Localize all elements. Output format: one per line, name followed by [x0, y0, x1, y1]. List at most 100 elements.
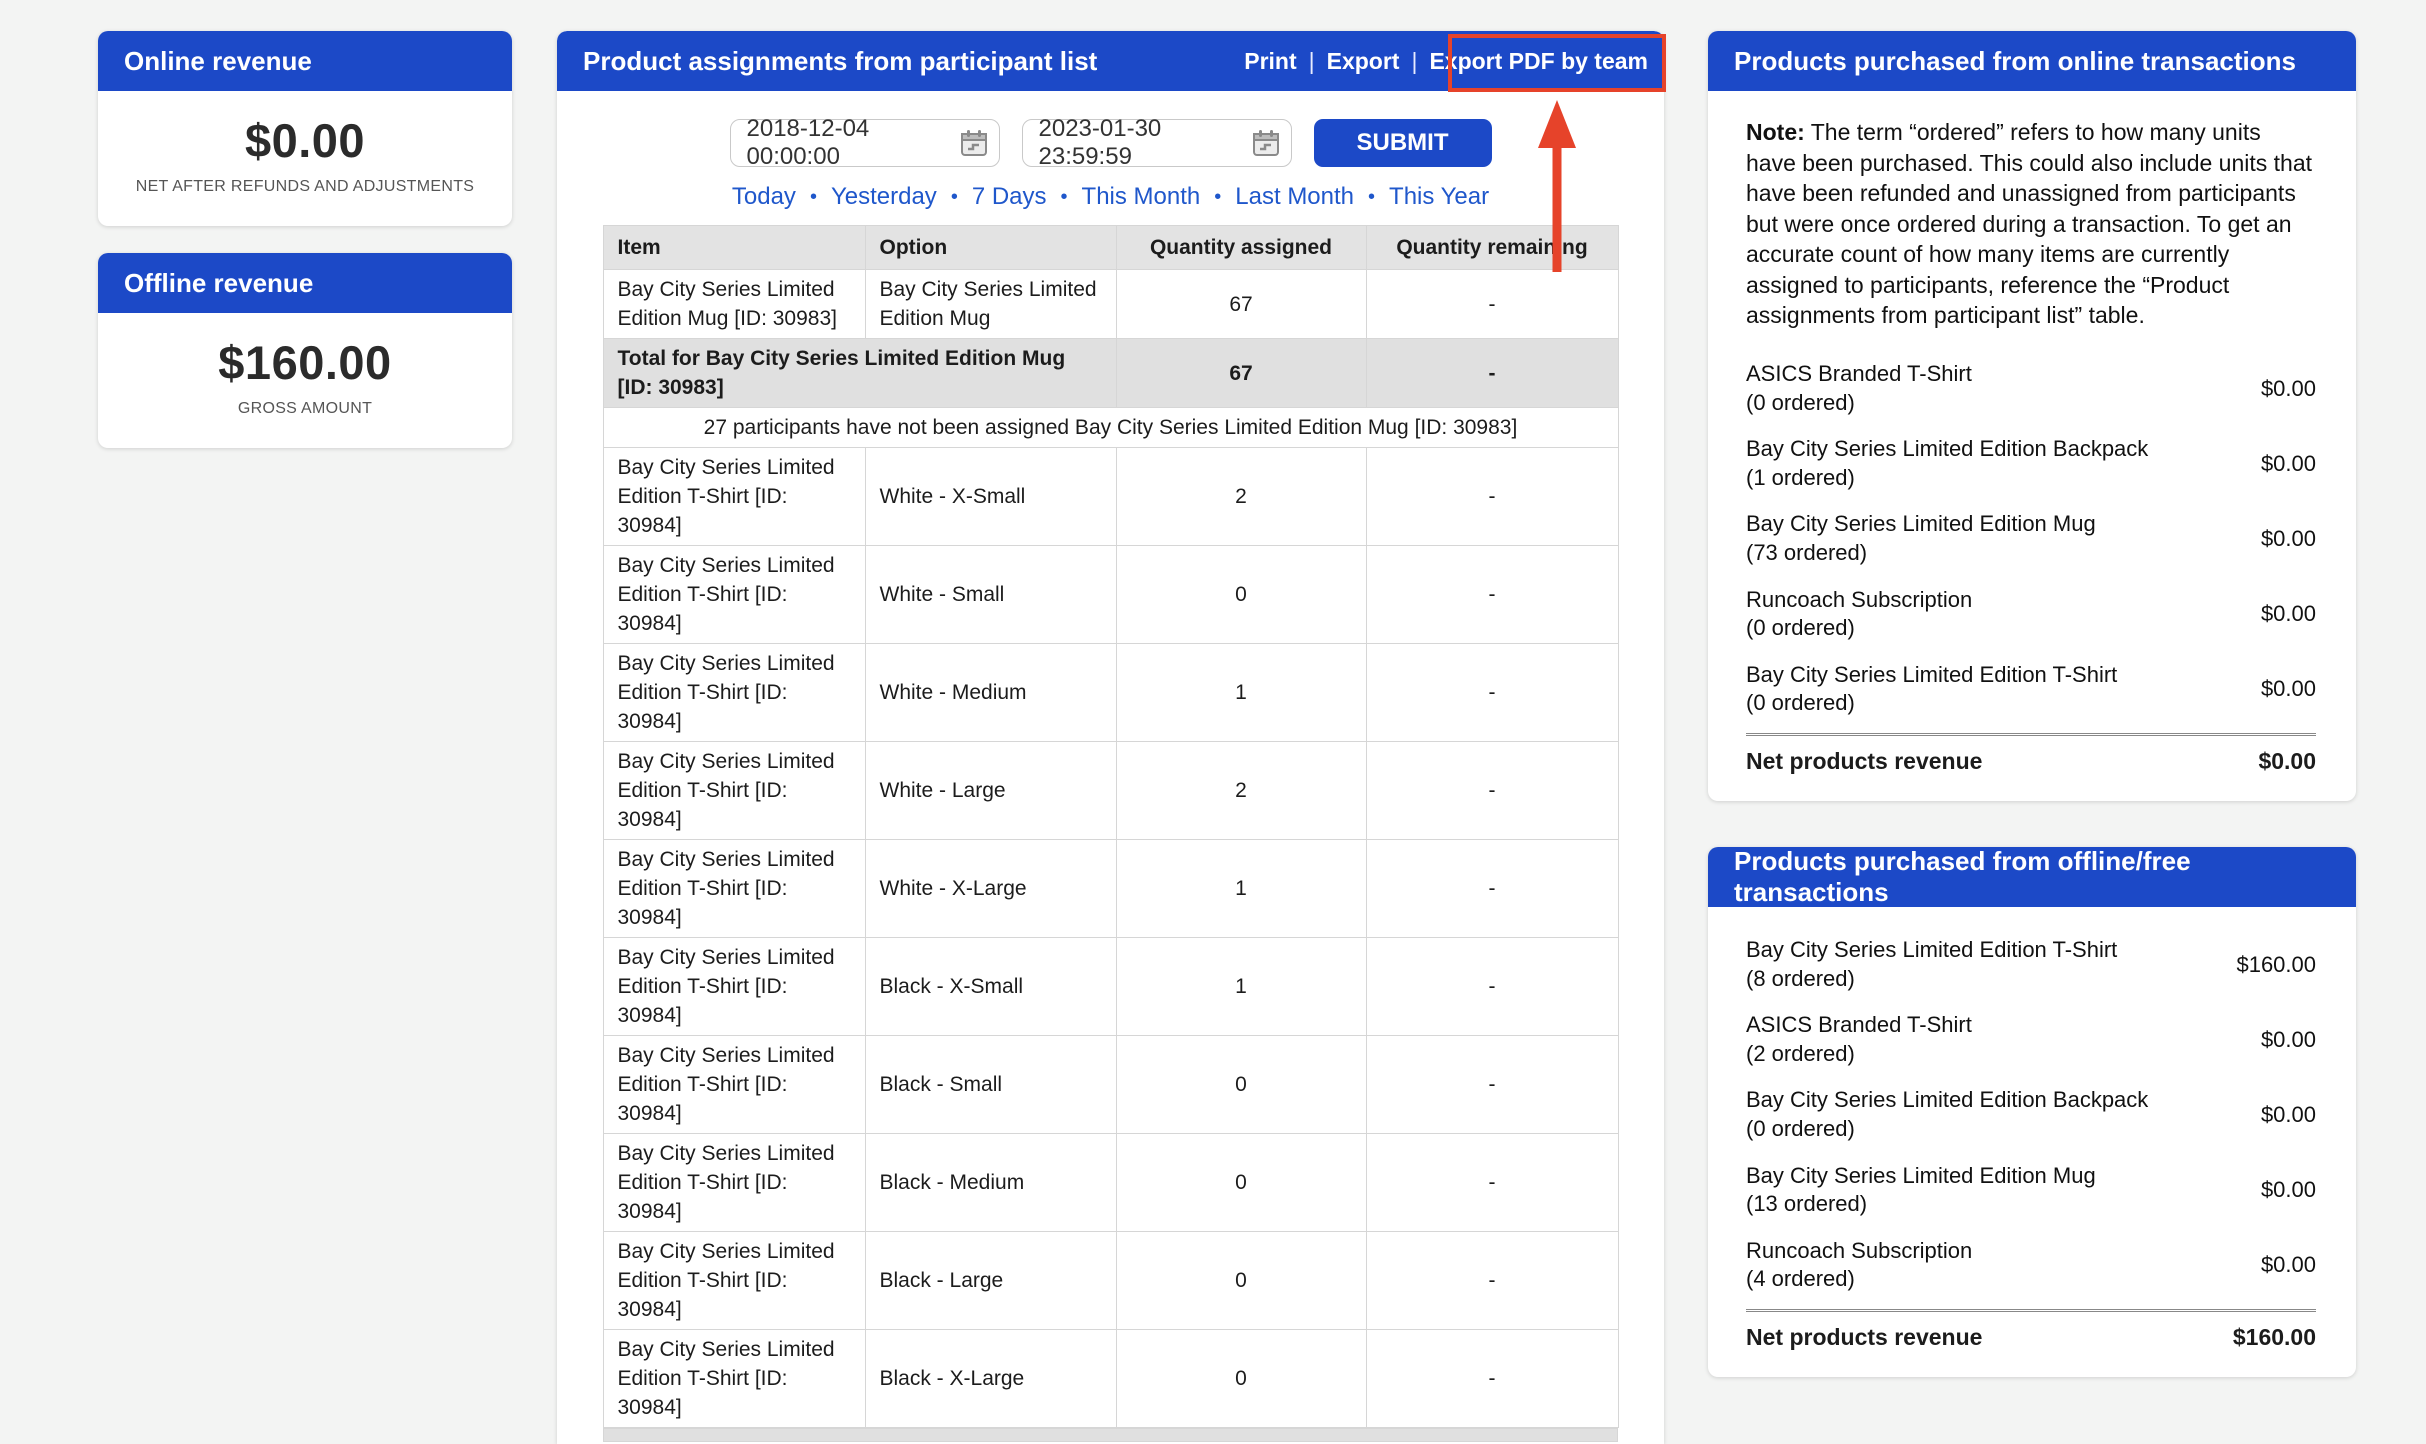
quick-date-links: Today•Yesterday•7 Days•This Month•Last M… [557, 183, 1664, 211]
quick-link-7-days[interactable]: 7 Days [972, 183, 1047, 211]
quick-link-yesterday[interactable]: Yesterday [831, 183, 937, 211]
online-net-revenue-label: Net products revenue [1746, 748, 1982, 775]
online-revenue-body: $0.00 NET AFTER REFUNDS AND ADJUSTMENTS [98, 91, 512, 226]
submit-button[interactable]: SUBMIT [1314, 119, 1492, 167]
bullet-separator: • [1368, 186, 1375, 209]
bullet-separator: • [1061, 186, 1068, 209]
table-row: Bay City Series Limited Edition T-Shirt … [603, 1036, 1618, 1134]
online-net-revenue-amount: $0.00 [2258, 748, 2316, 775]
cell-item: Bay City Series Limited Edition T-Shirt … [603, 1232, 865, 1330]
cell-quantity-remaining: - [1366, 938, 1618, 1036]
offline-revenue-body: $160.00 GROSS AMOUNT [98, 313, 512, 448]
cell-quantity-remaining: - [1366, 546, 1618, 644]
quick-link-this-year[interactable]: This Year [1389, 183, 1489, 211]
product-ordered-count: (73 ordered) [1746, 539, 2096, 568]
cell-quantity-assigned: 0 [1116, 1036, 1366, 1134]
cell-option: White - X-Large [865, 840, 1116, 938]
product-row: Bay City Series Limited Edition T-Shirt(… [1746, 927, 2316, 1002]
product-info: Bay City Series Limited Edition Backpack… [1746, 435, 2162, 492]
assignments-table-body: Bay City Series Limited Edition Mug [ID:… [603, 270, 1618, 1428]
date-to-input[interactable]: 2023-01-30 23:59:59 [1022, 119, 1292, 167]
cell-quantity-assigned: 1 [1116, 938, 1366, 1036]
product-ordered-count: (8 ordered) [1746, 965, 2117, 994]
cell-option: White - X-Small [865, 448, 1116, 546]
product-assignments-header: Product assignments from participant lis… [557, 31, 1664, 91]
cell-item: Bay City Series Limited Edition T-Shirt … [603, 840, 865, 938]
online-products-card: Products purchased from online transacti… [1708, 31, 2356, 801]
cell-total-remaining: - [1366, 339, 1618, 408]
cell-quantity-assigned: 2 [1116, 742, 1366, 840]
date-to-value: 2023-01-30 23:59:59 [1039, 115, 1251, 171]
cell-option: Black - Small [865, 1036, 1116, 1134]
action-print[interactable]: Print [1244, 48, 1296, 75]
cell-quantity-remaining: - [1366, 448, 1618, 546]
product-ordered-count: (0 ordered) [1746, 389, 1972, 418]
cell-option: White - Small [865, 546, 1116, 644]
table-row: Bay City Series Limited Edition T-Shirt … [603, 1134, 1618, 1232]
cell-option: Black - X-Large [865, 1330, 1116, 1428]
product-amount: $0.00 [2261, 601, 2316, 627]
product-row: Bay City Series Limited Edition Mug(73 o… [1746, 501, 2316, 576]
cell-total-assigned: 67 [1116, 339, 1366, 408]
offline-products-header: Products purchased from offline/free tra… [1708, 847, 2356, 907]
assignments-table: Item Option Quantity assigned Quantity r… [603, 225, 1619, 1428]
table-row: Bay City Series Limited Edition T-Shirt … [603, 448, 1618, 546]
quick-link-today[interactable]: Today [732, 183, 796, 211]
product-name: Bay City Series Limited Edition T-Shirt [1746, 661, 2117, 690]
cell-quantity-assigned: 1 [1116, 840, 1366, 938]
product-info: Bay City Series Limited Edition T-Shirt(… [1746, 661, 2131, 718]
action-export[interactable]: Export [1327, 48, 1400, 75]
online-revenue-header: Online revenue [98, 31, 512, 91]
online-revenue-card: Online revenue $0.00 NET AFTER REFUNDS A… [98, 31, 512, 226]
product-ordered-count: (13 ordered) [1746, 1190, 2096, 1219]
product-amount: $0.00 [2261, 451, 2316, 477]
cell-unassigned-note: 27 participants have not been assigned B… [603, 408, 1618, 448]
product-row: Runcoach Subscription(4 ordered)$0.00 [1746, 1228, 2316, 1303]
online-revenue-caption: NET AFTER REFUNDS AND ADJUSTMENTS [114, 178, 496, 196]
online-products-title: Products purchased from online transacti… [1734, 46, 2296, 77]
offline-net-revenue-label: Net products revenue [1746, 1324, 1982, 1351]
calendar-icon[interactable] [959, 128, 989, 158]
column-header-option: Option [865, 226, 1116, 270]
product-name: Bay City Series Limited Edition Backpack [1746, 1086, 2148, 1115]
cell-item: Bay City Series Limited Edition T-Shirt … [603, 742, 865, 840]
table-row: Bay City Series Limited Edition T-Shirt … [603, 1232, 1618, 1330]
product-name: ASICS Branded T-Shirt [1746, 1011, 1972, 1040]
table-note-row: 27 participants have not been assigned B… [603, 408, 1618, 448]
cell-quantity-assigned: 0 [1116, 1134, 1366, 1232]
product-amount: $0.00 [2261, 1177, 2316, 1203]
product-name: Runcoach Subscription [1746, 586, 1972, 615]
date-from-input[interactable]: 2018-12-04 00:00:00 [730, 119, 1000, 167]
product-name: Bay City Series Limited Edition Backpack [1746, 435, 2148, 464]
cell-item: Bay City Series Limited Edition T-Shirt … [603, 1036, 865, 1134]
cell-quantity-remaining: - [1366, 742, 1618, 840]
online-revenue-title: Online revenue [124, 46, 312, 77]
assignments-actions: Print|Export|Export PDF by team [1244, 48, 1648, 75]
online-products-body: Note: The term “ordered” refers to how m… [1708, 91, 2356, 801]
product-row: ASICS Branded T-Shirt(0 ordered)$0.00 [1746, 351, 2316, 426]
product-assignments-card: Product assignments from participant lis… [557, 31, 1664, 1444]
quick-link-this-month[interactable]: This Month [1082, 183, 1201, 211]
cell-quantity-remaining: - [1366, 644, 1618, 742]
table-total-row: Total for Bay City Series Limited Editio… [603, 339, 1618, 408]
cell-quantity-remaining: - [1366, 1134, 1618, 1232]
cell-item: Bay City Series Limited Edition T-Shirt … [603, 546, 865, 644]
cell-item: Bay City Series Limited Edition T-Shirt … [603, 938, 865, 1036]
table-row: Bay City Series Limited Edition T-Shirt … [603, 938, 1618, 1036]
cell-item: Bay City Series Limited Edition T-Shirt … [603, 448, 865, 546]
action-export-pdf-by-team[interactable]: Export PDF by team [1429, 48, 1648, 75]
cell-quantity-remaining: - [1366, 1232, 1618, 1330]
revenue-summary-column: Online revenue $0.00 NET AFTER REFUNDS A… [98, 31, 512, 448]
cell-quantity-assigned: 1 [1116, 644, 1366, 742]
cell-quantity-assigned: 0 [1116, 1330, 1366, 1428]
product-amount: $160.00 [2236, 952, 2316, 978]
cell-item: Bay City Series Limited Edition T-Shirt … [603, 1330, 865, 1428]
cell-quantity-assigned: 2 [1116, 448, 1366, 546]
online-revenue-amount: $0.00 [114, 113, 496, 168]
quick-link-last-month[interactable]: Last Month [1235, 183, 1354, 211]
next-row-partial [603, 1428, 1618, 1442]
product-ordered-count: (0 ordered) [1746, 1115, 2148, 1144]
pipe-separator: | [1411, 48, 1417, 75]
cell-quantity-remaining: - [1366, 840, 1618, 938]
calendar-icon[interactable] [1251, 128, 1281, 158]
